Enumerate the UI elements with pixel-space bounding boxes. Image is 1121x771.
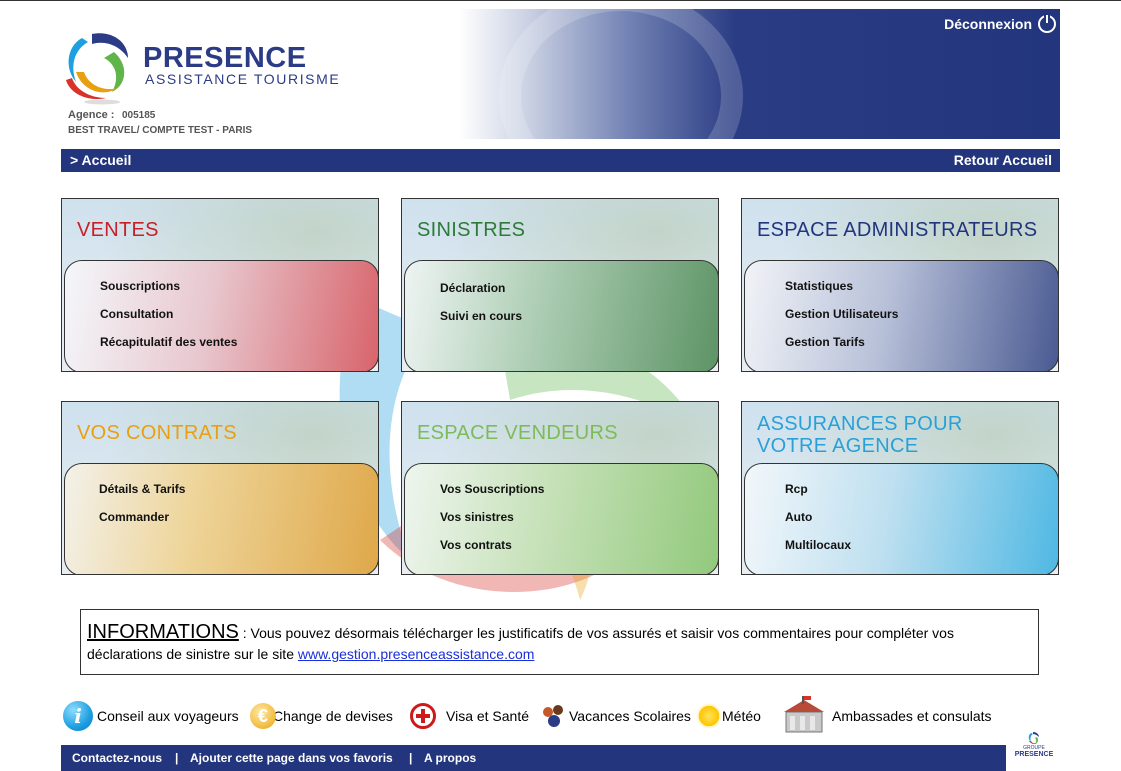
menu-item-auto[interactable]: Auto [785, 510, 851, 538]
quick-link-label: Visa et Santé [446, 708, 530, 724]
card-title-line2: VOTRE AGENCE [757, 435, 919, 457]
card-panel: Souscriptions Consultation Récapitulatif… [64, 260, 378, 371]
menu-item-statistiques[interactable]: Statistiques [785, 279, 898, 307]
card-assurances: ASSURANCES POUR VOTRE AGENCE Rcp Auto Mu… [741, 401, 1059, 575]
card-title-line1: ASSURANCES POUR [757, 413, 963, 435]
top-rule [0, 0, 1121, 1]
card-title: ASSURANCES POUR VOTRE AGENCE [757, 413, 963, 457]
menu-item-details-tarifs[interactable]: Détails & Tarifs [99, 482, 185, 510]
quick-link-label: Ambassades et consulats [832, 708, 992, 724]
quick-link-label: Conseil aux voyageurs [97, 708, 239, 724]
footer-bar: Contactez-nous | Ajouter cette page dans… [61, 745, 1006, 771]
menu-item-suivi[interactable]: Suivi en cours [440, 309, 522, 337]
menu-item-gestion-utilisateurs[interactable]: Gestion Utilisateurs [785, 307, 898, 335]
footer-separator: | [175, 751, 179, 765]
card-panel: Détails & Tarifs Commander [64, 463, 378, 574]
embassy-icon [784, 696, 824, 733]
header-banner: Déconnexion [459, 9, 1060, 139]
card-title: VENTES [77, 219, 159, 241]
contact-link[interactable]: Contactez-nous [72, 751, 162, 765]
menu-item-recap-ventes[interactable]: Récapitulatif des ventes [100, 335, 237, 363]
presence-logo [66, 33, 128, 105]
quick-link-label: Météo [722, 708, 761, 724]
quick-link-visa[interactable]: Visa et Santé [410, 698, 529, 734]
info-title: INFORMATIONS [87, 621, 239, 643]
brand-subtitle: ASSISTANCE TOURISME [145, 71, 341, 87]
info-text: INFORMATIONS : Vous pouvez désormais tél… [87, 622, 1027, 665]
card-panel: Rcp Auto Multilocaux [744, 463, 1058, 574]
menu-item-souscriptions[interactable]: Souscriptions [100, 279, 237, 307]
footer-separator: | [409, 751, 413, 765]
menu-item-vos-sinistres[interactable]: Vos sinistres [440, 510, 544, 538]
card-title: SINISTRES [417, 219, 526, 241]
agency-name: BEST TRAVEL/ COMPTE TEST - PARIS [68, 125, 253, 136]
favorites-link[interactable]: Ajouter cette page dans vos favoris [190, 751, 393, 765]
card-ventes: VENTES Souscriptions Consultation Récapi… [61, 198, 379, 372]
menu-item-rcp[interactable]: Rcp [785, 482, 851, 510]
menu-item-multilocaux[interactable]: Multilocaux [785, 538, 851, 566]
group-logo-mark [1028, 732, 1039, 745]
menu-item-consultation[interactable]: Consultation [100, 307, 237, 335]
card-panel: Vos Souscriptions Vos sinistres Vos cont… [404, 463, 718, 574]
euro-icon: € [250, 703, 276, 729]
quick-link-meteo[interactable]: Météo [696, 698, 761, 734]
banner-swirl [499, 9, 743, 139]
logout-label: Déconnexion [944, 16, 1032, 32]
quick-link-label: Vacances Scolaires [569, 708, 691, 724]
info-link[interactable]: www.gestion.presenceassistance.com [298, 646, 535, 662]
quick-link-conseil[interactable]: i Conseil aux voyageurs [63, 698, 239, 734]
quick-link-change[interactable]: € Change de devises [250, 698, 393, 734]
red-cross-icon [410, 703, 436, 729]
card-sinistres: SINISTRES Déclaration Suivi en cours [401, 198, 719, 372]
card-title: ESPACE VENDEURS [417, 422, 618, 444]
card-admin: ESPACE ADMINISTRATEURS Statistiques Gest… [741, 198, 1059, 372]
quick-link-ambassades[interactable]: Ambassades et consulats [782, 696, 992, 734]
menu-item-gestion-tarifs[interactable]: Gestion Tarifs [785, 335, 898, 363]
sun-icon [696, 703, 722, 729]
card-vendeurs: ESPACE VENDEURS Vos Souscriptions Vos si… [401, 401, 719, 575]
group-label-big: PRESENCE [1014, 751, 1054, 758]
info-box: INFORMATIONS : Vous pouvez désormais tél… [80, 609, 1039, 675]
info-icon: i [63, 701, 93, 731]
card-panel: Statistiques Gestion Utilisateurs Gestio… [744, 260, 1058, 371]
quick-link-vacances[interactable]: Vacances Scolaires [543, 698, 691, 734]
menu-item-vos-contrats[interactable]: Vos contrats [440, 538, 544, 566]
card-title: VOS CONTRATS [77, 422, 237, 444]
back-home-link[interactable]: Retour Accueil [954, 152, 1052, 168]
menu-item-declaration[interactable]: Déclaration [440, 281, 522, 309]
card-panel: Déclaration Suivi en cours [404, 260, 718, 371]
menu-item-vos-souscriptions[interactable]: Vos Souscriptions [440, 482, 544, 510]
children-icon [543, 705, 567, 727]
card-title: ESPACE ADMINISTRATEURS [757, 219, 1038, 241]
power-icon [1038, 15, 1056, 33]
quick-link-label: Change de devises [273, 708, 393, 724]
card-contrats: VOS CONTRATS Détails & Tarifs Commander [61, 401, 379, 575]
about-link[interactable]: A propos [424, 751, 476, 765]
agency-label: Agence : [68, 109, 115, 121]
agency-id: 005185 [122, 110, 156, 121]
nav-bar: > Accueil Retour Accueil [61, 149, 1060, 172]
logout-button[interactable]: Déconnexion [944, 15, 1056, 33]
menu-item-commander[interactable]: Commander [99, 510, 185, 538]
breadcrumb: > Accueil [70, 152, 132, 168]
group-presence-logo: GROUPE PRESENCE [1009, 731, 1059, 767]
